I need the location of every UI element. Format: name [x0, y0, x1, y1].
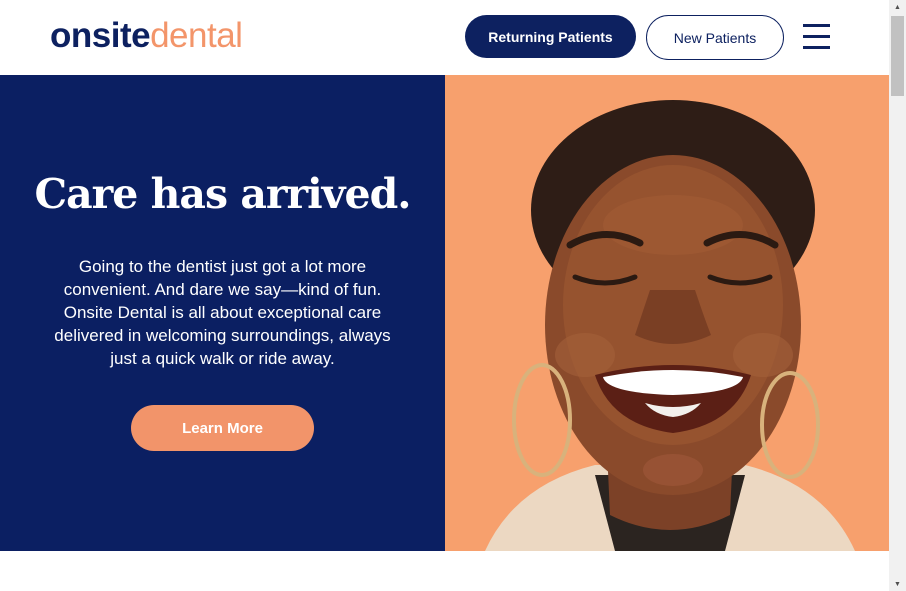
logo-text-dental: dental [150, 16, 243, 55]
logo-text-onsite: onsite [50, 16, 151, 55]
scrollbar-thumb[interactable] [891, 16, 904, 96]
scroll-down-arrow-icon[interactable]: ▼ [889, 577, 906, 591]
new-patients-button[interactable]: New Patients [646, 15, 784, 60]
onsite-dental-logo[interactable]: onsitedental [50, 14, 243, 58]
returning-patients-button[interactable]: Returning Patients [465, 15, 636, 58]
hero-text-panel: Care has arrived. Going to the dentist j… [0, 75, 445, 551]
page-scrollbar[interactable]: ▲ ▼ [889, 0, 906, 591]
hamburger-menu-icon[interactable] [803, 24, 831, 50]
scroll-up-arrow-icon[interactable]: ▲ [889, 0, 906, 14]
hero-title: Care has arrived. [34, 170, 411, 218]
site-header: onsitedental Returning Patients New Pati… [0, 0, 889, 75]
hero-photo-smiling-woman [445, 75, 889, 551]
learn-more-button[interactable]: Learn More [131, 405, 314, 451]
hero-description: Going to the dentist just got a lot more… [54, 257, 391, 368]
